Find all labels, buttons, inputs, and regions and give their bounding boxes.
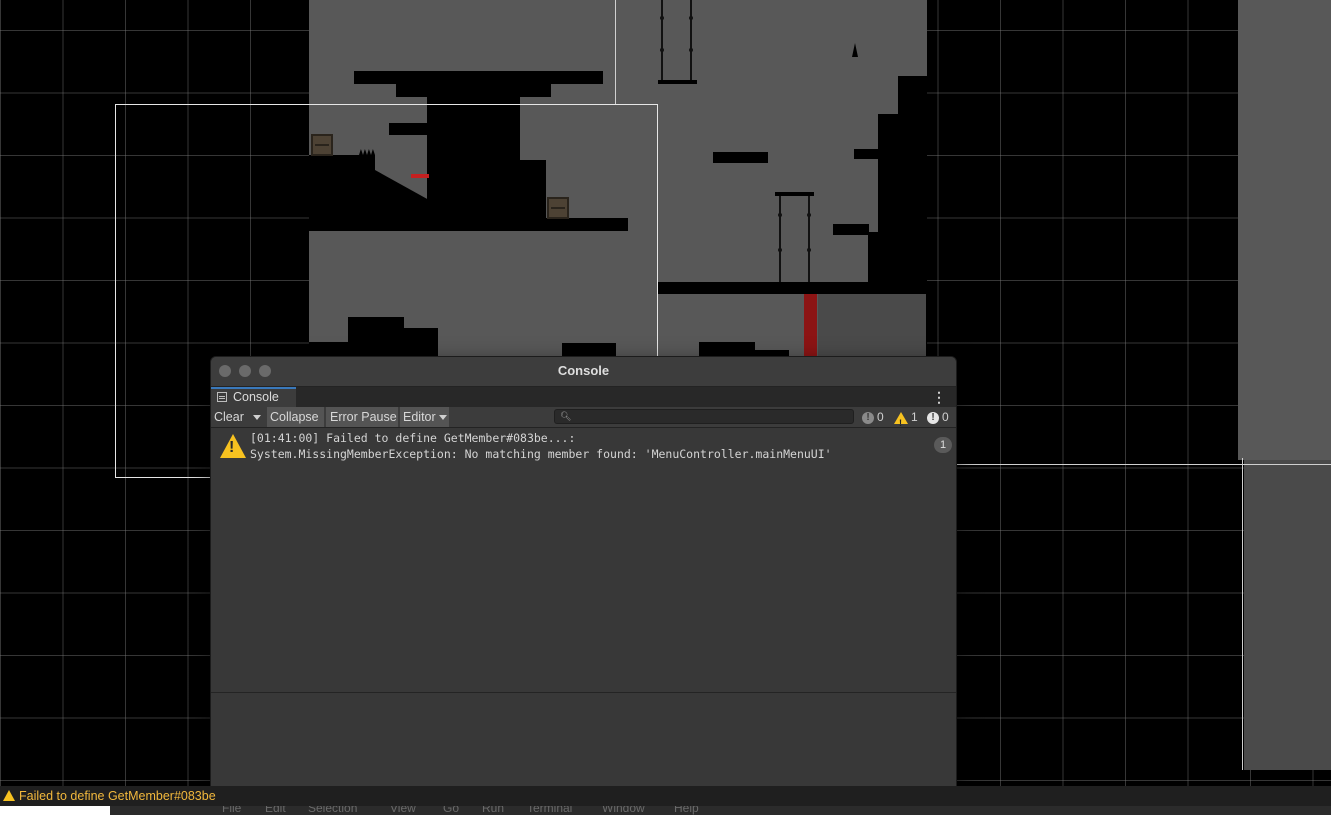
swing-seat-top xyxy=(658,80,697,84)
log-entry-line2: System.MissingMemberException: No matchi… xyxy=(250,447,832,461)
menu-item-terminal[interactable]: Terminal xyxy=(527,806,572,815)
log-entry-line1: [01:41:00] Failed to define GetMember#08… xyxy=(250,431,576,445)
console-toolbar: Clear Collapse Error Pause Editor 🔍︎ ! 0 … xyxy=(211,407,956,433)
warning-icon xyxy=(894,411,908,433)
chain-top-right xyxy=(689,0,693,80)
tab-console-label: Console xyxy=(233,390,279,404)
tab-strip: Console ⋮ xyxy=(211,387,956,407)
right-alcove xyxy=(818,294,926,356)
floating-platform xyxy=(713,152,768,163)
window-title: Console xyxy=(557,363,610,378)
info-icon: ! xyxy=(862,411,874,424)
collapse-label: Collapse xyxy=(270,410,319,424)
search-input[interactable]: 🔍︎ xyxy=(554,409,854,424)
log-list[interactable]: ! [01:41:00] Failed to define GetMember#… xyxy=(211,428,956,691)
clear-button-label: Clear xyxy=(214,410,244,424)
editor-label: Editor xyxy=(403,410,436,424)
search-icon: 🔍︎ xyxy=(560,411,572,421)
chain-mid-right xyxy=(807,196,811,282)
level-strip-bottom-right xyxy=(1244,460,1331,770)
warning-filter-toggle[interactable]: 1 xyxy=(894,407,918,433)
console-window[interactable]: Console Console ⋮ Clear Collapse Error P… xyxy=(210,356,957,808)
error-count: 0 xyxy=(942,410,949,424)
clear-button[interactable]: Clear xyxy=(214,407,248,427)
right-lower-ledge xyxy=(699,342,755,356)
error-filter-toggle[interactable]: ! 0 xyxy=(927,407,949,427)
menu-item-go[interactable]: Go xyxy=(443,806,459,815)
console-titlebar[interactable]: Console xyxy=(211,357,956,387)
clear-options-dropdown[interactable] xyxy=(250,407,264,427)
tab-console[interactable]: Console xyxy=(211,387,296,407)
info-count: 0 xyxy=(877,410,884,424)
ledge-small-right-2 xyxy=(833,224,869,235)
chevron-down-icon xyxy=(253,415,261,421)
chain-mid-left xyxy=(778,196,782,282)
guide-line-vertical xyxy=(615,0,616,104)
platform-top xyxy=(354,71,603,84)
collapse-toggle[interactable]: Collapse xyxy=(267,407,324,427)
app-menu-bar: File Edit Selection View Go Run Terminal… xyxy=(0,806,1331,815)
console-tab-icon xyxy=(217,392,227,402)
menu-item-help[interactable]: Help xyxy=(674,806,699,815)
level-strip-far-right xyxy=(1238,0,1331,460)
menu-bar-left-strip xyxy=(0,806,110,815)
chevron-down-icon xyxy=(439,415,448,421)
warning-icon: ! xyxy=(220,434,246,458)
warning-count: 1 xyxy=(911,410,918,424)
log-entry[interactable]: ! [01:41:00] Failed to define GetMember#… xyxy=(211,428,956,464)
chain-top-left xyxy=(660,0,664,80)
hazard-pole xyxy=(804,294,817,356)
ledge-small-right xyxy=(854,149,880,159)
menu-item-file[interactable]: File xyxy=(222,806,241,815)
menu-item-window[interactable]: Window xyxy=(602,806,645,815)
right-floor xyxy=(657,282,927,294)
menu-item-edit[interactable]: Edit xyxy=(265,806,286,815)
error-pause-label: Error Pause xyxy=(330,410,397,424)
log-entry-count-badge: 1 xyxy=(934,437,952,453)
status-bar[interactable]: Failed to define GetMember#083be xyxy=(0,786,1331,806)
menu-item-run[interactable]: Run xyxy=(482,806,504,815)
error-pause-toggle[interactable]: Error Pause xyxy=(326,407,398,427)
menu-item-view[interactable]: View xyxy=(390,806,416,815)
status-message[interactable]: Failed to define GetMember#083be xyxy=(19,789,216,803)
menu-item-selection[interactable]: Selection xyxy=(308,806,357,815)
guide-line-vertical-right xyxy=(1242,458,1243,770)
platform-top-2 xyxy=(396,84,551,97)
error-icon: ! xyxy=(927,411,939,424)
editor-dropdown[interactable]: Editor xyxy=(400,407,449,427)
info-filter-toggle[interactable]: ! 0 xyxy=(862,407,884,427)
guide-line-horizontal xyxy=(955,464,1331,465)
warning-icon xyxy=(3,790,15,801)
kebab-menu-icon[interactable]: ⋮ xyxy=(932,389,946,406)
